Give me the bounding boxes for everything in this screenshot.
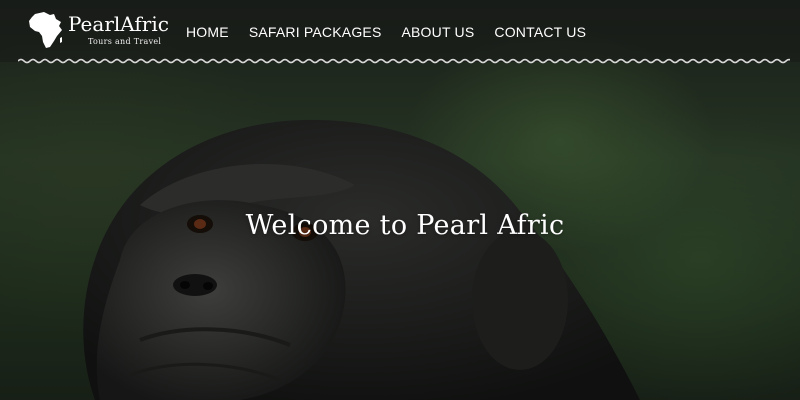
nav-safari-packages[interactable]: SAFARI PACKAGES: [249, 23, 382, 41]
nav-home[interactable]: HOME: [186, 23, 229, 41]
hero-title: Welcome to Pearl Afric: [245, 210, 565, 241]
logo-tagline: Tours and Travel: [88, 37, 162, 46]
logo-name: PearlAfric: [68, 12, 169, 36]
site-header: PearlAfric Tours and Travel HOME SAFARI …: [0, 0, 800, 64]
site-logo[interactable]: PearlAfric Tours and Travel: [26, 10, 176, 52]
nav-contact-us[interactable]: CONTACT US: [494, 23, 586, 41]
nav-about-us[interactable]: ABOUT US: [401, 23, 474, 41]
main-nav: HOME SAFARI PACKAGES ABOUT US CONTACT US: [186, 23, 586, 41]
wave-divider: [18, 58, 790, 64]
africa-map-icon: [29, 12, 62, 48]
